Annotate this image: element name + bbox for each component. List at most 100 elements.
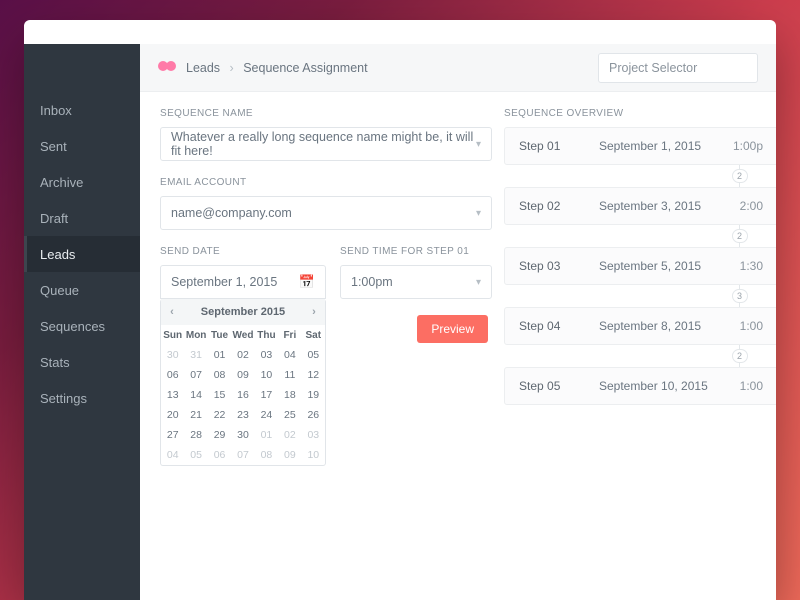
calendar-day[interactable]: 24 [255,405,278,425]
calendar-day[interactable]: 06 [161,365,184,385]
sidebar-item-leads[interactable]: Leads [24,236,140,272]
calendar-day[interactable]: 08 [255,445,278,465]
step-time: 1:00 [740,379,763,393]
calendar-day[interactable]: 26 [302,405,325,425]
send-time-label: SEND TIME FOR STEP 01 [340,246,492,257]
step-time: 2:00 [740,199,763,213]
app-window: InboxSentArchiveDraftLeadsQueueSequences… [24,20,776,600]
calendar-day[interactable]: 03 [255,345,278,365]
sequence-name-select[interactable]: Whatever a really long sequence name mig… [160,127,492,161]
breadcrumb-current: Sequence Assignment [243,61,367,75]
calendar-day[interactable]: 30 [231,425,254,445]
sidebar-item-draft[interactable]: Draft [24,200,140,236]
calendar-day[interactable]: 11 [278,365,301,385]
calendar-icon: 📅 [299,274,315,290]
calendar-day[interactable]: 01 [255,425,278,445]
step-date: September 10, 2015 [599,379,716,393]
calendar-day-header: Mon [184,325,207,345]
calendar-day[interactable]: 07 [184,365,207,385]
sidebar-item-queue[interactable]: Queue [24,272,140,308]
calendar-day[interactable]: 23 [231,405,254,425]
step-connector: 2 [504,165,776,187]
send-date-input[interactable]: September 1, 2015 📅 [160,265,326,299]
sidebar-item-inbox[interactable]: Inbox [24,92,140,128]
calendar-day[interactable]: 09 [278,445,301,465]
calendar-day[interactable]: 20 [161,405,184,425]
calendar-month-label: September 2015 [201,306,285,318]
chevron-down-icon: ▾ [476,139,481,150]
calendar-day[interactable]: 14 [184,385,207,405]
window-control-minimize[interactable] [55,28,64,37]
sequence-step[interactable]: Step 02 September 3, 2015 2:00 [504,187,776,225]
calendar-day[interactable]: 03 [302,425,325,445]
sidebar-item-sequences[interactable]: Sequences [24,308,140,344]
calendar-day[interactable]: 16 [231,385,254,405]
sidebar-item-settings[interactable]: Settings [24,380,140,416]
calendar-day[interactable]: 31 [184,345,207,365]
calendar-day[interactable]: 22 [208,405,231,425]
calendar-prev-month[interactable]: ‹ [161,299,183,325]
send-date-label: SEND DATE [160,246,326,257]
step-connector: 2 [504,225,776,247]
sidebar-nav: InboxSentArchiveDraftLeadsQueueSequences… [24,44,140,600]
send-time-select[interactable]: 1:00pm ▾ [340,265,492,299]
step-date: September 1, 2015 [599,139,709,153]
step-date: September 5, 2015 [599,259,716,273]
calendar-day[interactable]: 05 [302,345,325,365]
calendar-day[interactable]: 05 [184,445,207,465]
calendar-day[interactable]: 10 [302,445,325,465]
calendar-day[interactable]: 07 [231,445,254,465]
sidebar-item-sent[interactable]: Sent [24,128,140,164]
calendar-day[interactable]: 25 [278,405,301,425]
project-selector-dropdown[interactable]: Project Selector [598,53,758,83]
calendar-day[interactable]: 10 [255,365,278,385]
sequence-step[interactable]: Step 04September 8, 20151:00 [504,307,776,345]
breadcrumb-root[interactable]: Leads [186,61,220,75]
calendar-day[interactable]: 15 [208,385,231,405]
sidebar-item-archive[interactable]: Archive [24,164,140,200]
calendar-day[interactable]: 21 [184,405,207,425]
sidebar-item-stats[interactable]: Stats [24,344,140,380]
calendar-day-header: Sat [302,325,325,345]
chevron-down-icon: ▾ [476,277,481,288]
preview-button[interactable]: Preview [417,315,488,343]
calendar-day[interactable]: 06 [208,445,231,465]
sequence-step[interactable]: Step 01September 1, 20151:00p [504,127,776,165]
calendar-day[interactable]: 18 [278,385,301,405]
chevron-down-icon: ▾ [476,208,481,219]
calendar-day[interactable]: 17 [255,385,278,405]
step-gap-badge: 3 [732,289,748,303]
calendar-day[interactable]: 12 [302,365,325,385]
email-account-select[interactable]: name@company.com ▾ [160,196,492,230]
calendar-day-header: Wed [231,325,254,345]
calendar-day[interactable]: 29 [208,425,231,445]
calendar-day[interactable]: 08 [208,365,231,385]
sequence-step[interactable]: Step 05September 10, 20151:00 [504,367,776,405]
step-connector: 3 [504,285,776,307]
sequence-name-label: SEQUENCE NAME [160,108,492,119]
calendar-day[interactable]: 09 [231,365,254,385]
step-connector: 2 [504,345,776,367]
step-gap-badge: 2 [732,349,748,363]
step-name: Step 02 [519,199,575,213]
calendar-day[interactable]: 01 [208,345,231,365]
calendar-next-month[interactable]: › [303,299,325,325]
sequence-step[interactable]: Step 03September 5, 20151:30 [504,247,776,285]
email-account-value: name@company.com [171,206,292,220]
project-selector-label: Project Selector [609,61,697,75]
calendar-day[interactable]: 13 [161,385,184,405]
calendar-day[interactable]: 19 [302,385,325,405]
calendar-day[interactable]: 04 [161,445,184,465]
calendar-day-header: Fri [278,325,301,345]
calendar-day-header: Tue [208,325,231,345]
calendar-day[interactable]: 02 [278,425,301,445]
window-titlebar [24,20,776,44]
calendar-day[interactable]: 30 [161,345,184,365]
window-control-close[interactable] [38,28,47,37]
calendar-day[interactable]: 28 [184,425,207,445]
calendar-day[interactable]: 02 [231,345,254,365]
calendar-day[interactable]: 04 [278,345,301,365]
window-control-zoom[interactable] [72,28,81,37]
calendar-day[interactable]: 27 [161,425,184,445]
step-date: September 3, 2015 [599,199,716,213]
